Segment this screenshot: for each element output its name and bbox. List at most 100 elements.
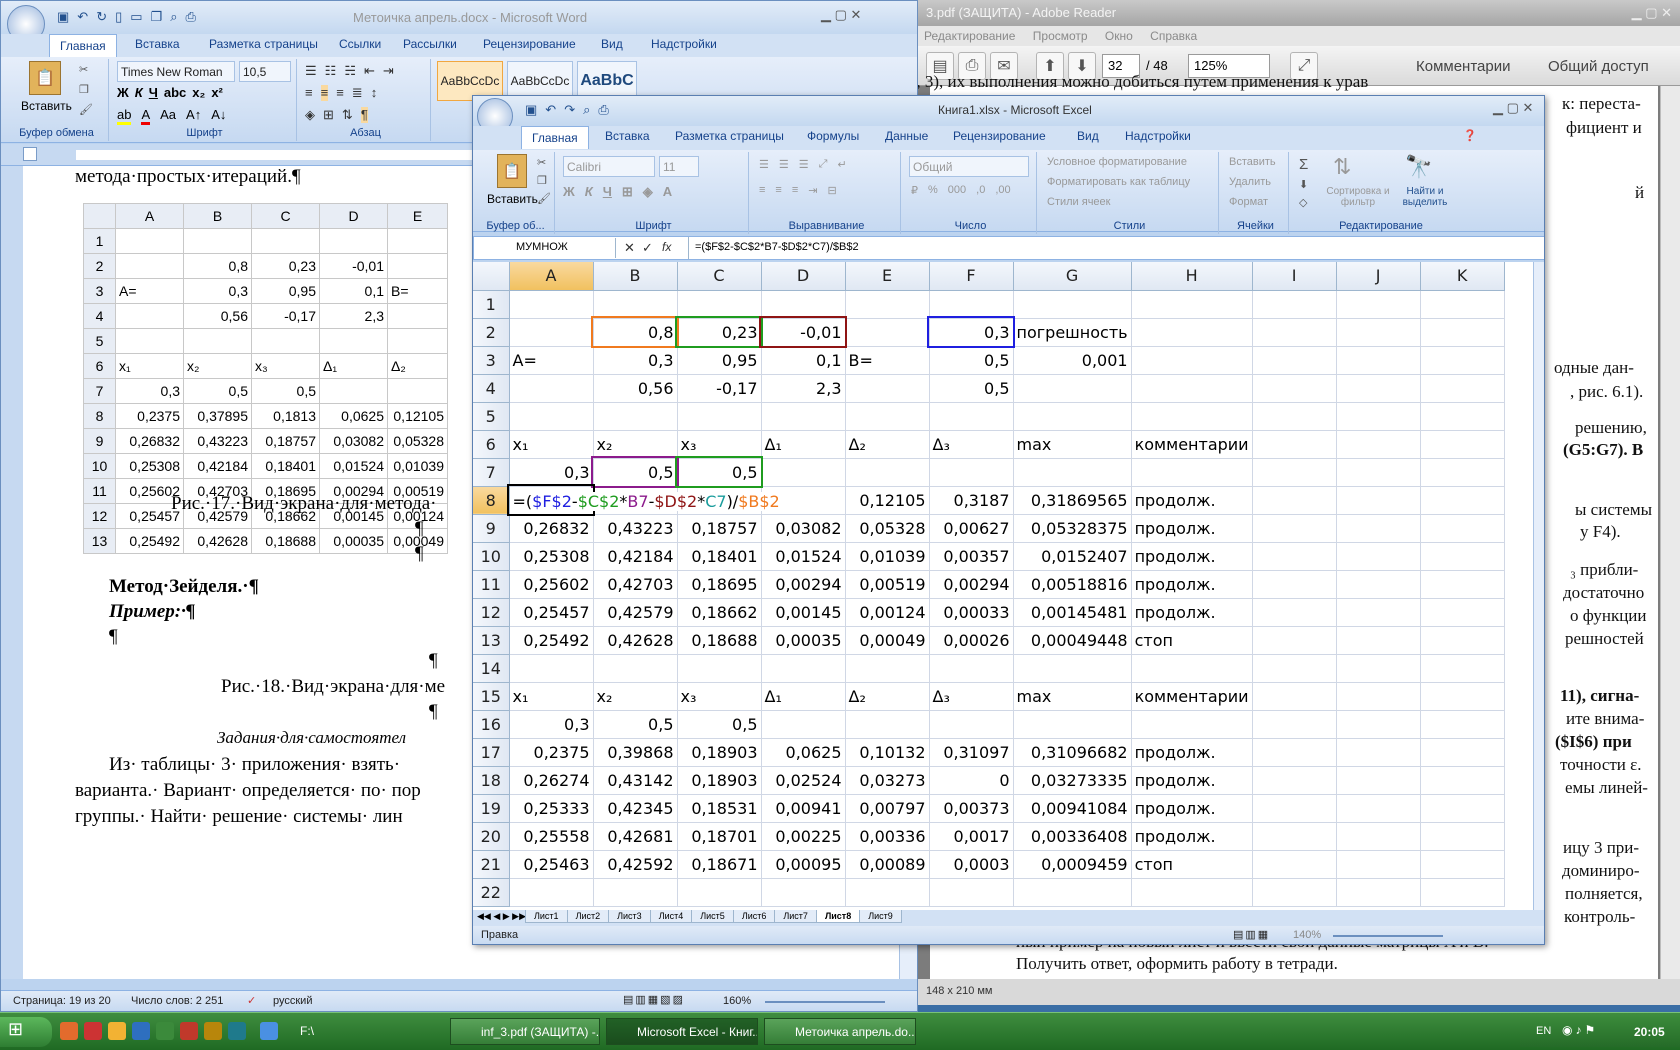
cell[interactable]: A=: [509, 346, 594, 375]
cell[interactable]: 0,3: [509, 710, 594, 739]
cell[interactable]: 0,18531: [677, 794, 762, 823]
column-header-j[interactable]: J: [1336, 262, 1421, 291]
cell[interactable]: [1420, 626, 1505, 655]
cell[interactable]: 0,18701: [677, 822, 762, 851]
cell[interactable]: [677, 290, 762, 319]
cell[interactable]: 0,18401: [677, 542, 762, 571]
row-header[interactable]: 8: [473, 486, 510, 515]
quicklaunch-icon[interactable]: [180, 1022, 198, 1040]
align-left-icon[interactable]: ≡: [759, 184, 765, 197]
bold-icon[interactable]: Ж: [117, 85, 129, 100]
formula-input[interactable]: =($F$2-$C$2*B7-$D$2*C7)/$B$2: [688, 237, 1528, 259]
cell[interactable]: [1420, 542, 1505, 571]
start-button[interactable]: ⊞: [0, 1017, 52, 1047]
copy-icon[interactable]: ❐: [537, 174, 547, 187]
format-as-table-button[interactable]: Форматировать как таблицу: [1047, 176, 1190, 188]
cell[interactable]: 0,00026: [929, 626, 1014, 655]
cell[interactable]: 0,18671: [677, 850, 762, 879]
cell[interactable]: [845, 402, 930, 431]
cell[interactable]: 0,10132: [845, 738, 930, 767]
tab-formulas[interactable]: Формулы: [807, 129, 859, 143]
shading-icon[interactable]: ◈: [305, 107, 315, 123]
cell[interactable]: 0,18688: [677, 626, 762, 655]
cell[interactable]: продолж.: [1131, 794, 1253, 823]
cell[interactable]: [1336, 430, 1421, 459]
cell[interactable]: 0,0017: [929, 822, 1014, 851]
row-header[interactable]: 16: [473, 710, 510, 739]
currency-icon[interactable]: ₽: [911, 184, 918, 197]
taskbar-item-excel[interactable]: Microsoft Excel - Книг...: [606, 1018, 758, 1045]
quicklaunch-icon[interactable]: [108, 1022, 126, 1040]
cell[interactable]: [929, 710, 1014, 739]
cell-table[interactable]: ABCDEFGHIJK 1 2 0,8 0,23 -0,01 0,3 погрешность…: [473, 262, 1505, 907]
save-icon[interactable]: ▣: [57, 9, 69, 25]
cell[interactable]: [845, 374, 930, 403]
cell[interactable]: 0,00373: [929, 794, 1014, 823]
cell[interactable]: [1336, 570, 1421, 599]
excel-scrollbar[interactable]: [1533, 262, 1544, 910]
increase-indent-icon[interactable]: ⇥: [383, 63, 394, 79]
numbering-icon[interactable]: ☷: [325, 63, 337, 79]
cell[interactable]: [1336, 542, 1421, 571]
cell[interactable]: 0,56: [593, 374, 678, 403]
cell[interactable]: 0,42681: [593, 822, 678, 851]
cell[interactable]: 0,0009459: [1013, 850, 1132, 879]
new-icon[interactable]: ▯: [115, 9, 122, 25]
page-status[interactable]: Страница: 19 из 20: [13, 995, 111, 1007]
menu-help[interactable]: Справка: [1150, 29, 1197, 43]
cell[interactable]: 0,12105: [845, 486, 930, 515]
tab-references[interactable]: Ссылки: [339, 37, 381, 51]
row-header[interactable]: 4: [473, 374, 510, 403]
row-header[interactable]: 11: [473, 570, 510, 599]
cell[interactable]: [1336, 402, 1421, 431]
cell[interactable]: [1013, 374, 1132, 403]
cell[interactable]: 0,18662: [677, 598, 762, 627]
cell[interactable]: стоп: [1131, 850, 1253, 879]
cell[interactable]: -0,01: [759, 316, 847, 348]
cell[interactable]: [1336, 458, 1421, 487]
cell[interactable]: Δ₂: [845, 682, 930, 711]
cell[interactable]: 0,05328375: [1013, 514, 1132, 543]
tab-review[interactable]: Рецензирование: [953, 129, 1046, 143]
cell[interactable]: [1252, 766, 1337, 795]
cell[interactable]: [1420, 290, 1505, 319]
copy-icon[interactable]: ❐: [151, 9, 163, 25]
cell[interactable]: [1420, 598, 1505, 627]
cell[interactable]: продолж.: [1131, 570, 1253, 599]
align-right-icon[interactable]: ≡: [336, 85, 344, 101]
cell[interactable]: [1336, 318, 1421, 347]
clear-icon[interactable]: ◇: [1299, 196, 1307, 209]
cell[interactable]: [593, 654, 678, 683]
cell[interactable]: Δ₂: [845, 430, 930, 459]
borders-icon[interactable]: ⊞: [622, 184, 633, 200]
cell[interactable]: [1252, 318, 1337, 347]
cell[interactable]: [1336, 878, 1421, 907]
cell[interactable]: B=: [845, 346, 930, 375]
cell[interactable]: [845, 458, 930, 487]
cell[interactable]: продолж.: [1131, 598, 1253, 627]
cell[interactable]: [1252, 682, 1337, 711]
cell[interactable]: [1336, 850, 1421, 879]
word-count[interactable]: Число слов: 2 251: [131, 995, 223, 1007]
print-icon[interactable]: ⎙: [186, 9, 196, 25]
cell[interactable]: 0,18695: [677, 570, 762, 599]
preview-icon[interactable]: ⌕: [170, 9, 177, 25]
cell[interactable]: 0,00035: [761, 626, 846, 655]
decrease-decimal-icon[interactable]: ,00: [995, 184, 1010, 197]
window-controls[interactable]: ▁ ▢ ✕: [1493, 100, 1533, 116]
row-header[interactable]: 5: [473, 402, 510, 431]
cell[interactable]: [1336, 710, 1421, 739]
sheet-tab[interactable]: Лист8: [815, 910, 861, 923]
row-header[interactable]: 14: [473, 654, 510, 683]
cell[interactable]: [1336, 822, 1421, 851]
cell[interactable]: [929, 878, 1014, 907]
format-cells-button[interactable]: Формат: [1229, 196, 1268, 208]
cell[interactable]: Δ₁: [761, 682, 846, 711]
subscript-icon[interactable]: x₂: [192, 85, 205, 100]
cell[interactable]: 0,42184: [593, 542, 678, 571]
cell[interactable]: 0,00089: [845, 850, 930, 879]
cell[interactable]: 0,00033: [929, 598, 1014, 627]
cell[interactable]: [1420, 682, 1505, 711]
cell[interactable]: x₂: [593, 682, 678, 711]
function-icon[interactable]: fx: [662, 240, 671, 254]
